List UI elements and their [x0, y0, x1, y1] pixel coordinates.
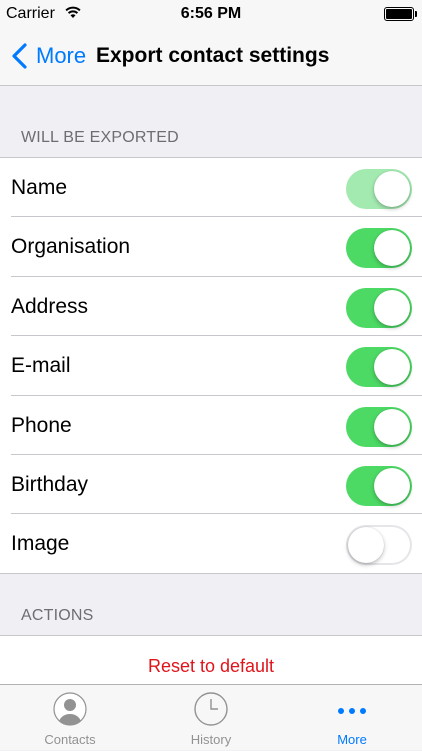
- birthday-toggle[interactable]: [346, 465, 412, 506]
- export-fields-group: Name Organisation Address E-mail Phone B…: [0, 157, 422, 574]
- row-email: E-mail: [0, 336, 422, 396]
- organisation-toggle[interactable]: [346, 228, 412, 269]
- address-toggle[interactable]: [346, 287, 412, 328]
- chevron-left-icon: [12, 43, 27, 69]
- page-title: Export contact settings: [96, 44, 330, 67]
- tab-label: More: [337, 732, 367, 747]
- image-toggle[interactable]: [346, 525, 412, 566]
- tab-bar: Contacts History More: [0, 684, 422, 750]
- row-label: Name: [11, 176, 68, 199]
- status-time: 6:56 PM: [180, 5, 242, 22]
- section-header-actions: ACTIONS: [21, 607, 94, 624]
- back-button[interactable]: More: [8, 28, 86, 84]
- row-label: Phone: [11, 413, 72, 437]
- row-address: Address: [0, 277, 422, 337]
- toggle-knob: [374, 408, 410, 445]
- row-phone: Phone: [0, 396, 422, 455]
- row-organisation: Organisation: [0, 217, 422, 277]
- tab-label: History: [190, 732, 232, 747]
- reset-to-default-button[interactable]: Reset to default: [148, 656, 274, 676]
- battery-icon: [384, 7, 417, 21]
- row-label: Birthday: [11, 472, 89, 496]
- tab-history[interactable]: History: [141, 685, 281, 751]
- person-icon: [53, 692, 87, 726]
- clock-icon: [194, 692, 228, 726]
- back-button-label: More: [36, 43, 87, 68]
- toggle-knob: [374, 171, 410, 207]
- row-label: Address: [11, 294, 89, 318]
- toggle-knob: [374, 289, 410, 326]
- toggle-knob: [374, 349, 410, 386]
- row-label: E-mail: [11, 354, 71, 378]
- tab-more[interactable]: More: [282, 685, 422, 751]
- status-bar: Carrier 6:56 PM: [0, 0, 422, 28]
- toggle-knob: [374, 230, 410, 267]
- section-header-will-be-exported: WILL BE EXPORTED: [21, 129, 179, 146]
- email-toggle[interactable]: [346, 347, 412, 388]
- more-dots-icon: [338, 708, 366, 714]
- tab-label: Contacts: [44, 732, 96, 747]
- toggle-knob: [374, 467, 410, 504]
- row-birthday: Birthday: [0, 455, 422, 515]
- navigation-bar: More Export contact settings: [0, 28, 422, 86]
- phone-toggle[interactable]: [346, 406, 412, 447]
- toggle-knob: [348, 527, 384, 564]
- row-image: Image: [0, 514, 422, 573]
- row-name: Name: [0, 158, 422, 218]
- row-label: Organisation: [11, 235, 131, 259]
- row-label: Image: [11, 532, 70, 556]
- name-toggle[interactable]: [346, 169, 412, 209]
- tab-contacts[interactable]: Contacts: [0, 685, 140, 751]
